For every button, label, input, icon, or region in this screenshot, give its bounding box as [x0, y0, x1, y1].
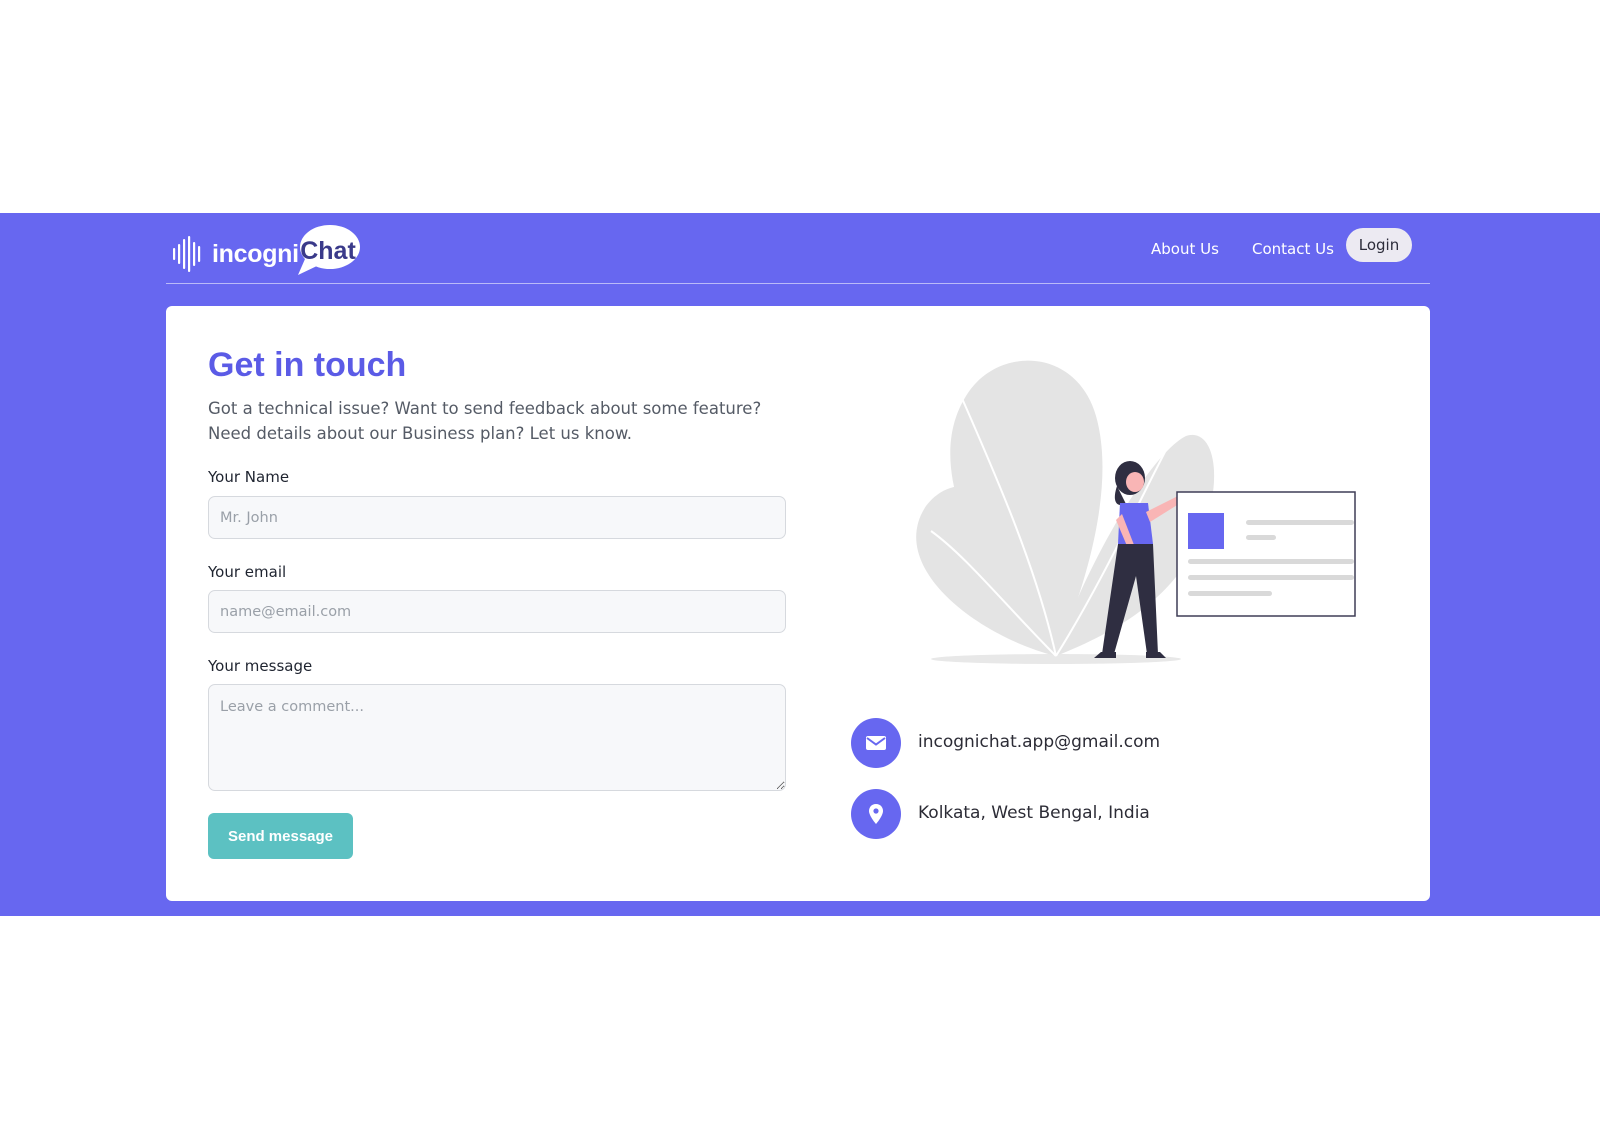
message-textarea[interactable]: [208, 684, 786, 791]
contact-location-text: Kolkata, West Bengal, India: [918, 803, 1150, 823]
page-title: Get in touch: [208, 346, 407, 384]
ui-card-graphic: [1176, 491, 1356, 617]
page-description: Got a technical issue? Want to send feed…: [208, 399, 762, 443]
navbar: incogni Chat About Us Contact Us Login: [166, 213, 1430, 284]
nav-contact-us[interactable]: Contact Us: [1252, 240, 1334, 258]
nav-about-us[interactable]: About Us: [1151, 240, 1219, 258]
name-input[interactable]: [208, 496, 786, 539]
contact-card: Get in touch Got a technical issue? Want…: [166, 306, 1430, 901]
map-pin-icon: [851, 789, 901, 839]
contact-email-text: incognichat.app@gmail.com: [918, 732, 1161, 752]
email-label: Your email: [208, 563, 287, 581]
login-button[interactable]: Login: [1346, 228, 1412, 262]
message-label: Your message: [208, 657, 313, 675]
mail-icon: [851, 718, 901, 768]
name-label: Your Name: [208, 468, 290, 486]
logo[interactable]: incogni Chat: [172, 223, 364, 277]
send-message-button[interactable]: Send message: [208, 813, 353, 859]
logo-text-chat: Chat: [300, 237, 356, 265]
contact-illustration: [916, 360, 1356, 664]
email-input[interactable]: [208, 590, 786, 633]
sound-wave-icon: [173, 236, 201, 272]
logo-text-incogni: incogni: [212, 240, 299, 268]
